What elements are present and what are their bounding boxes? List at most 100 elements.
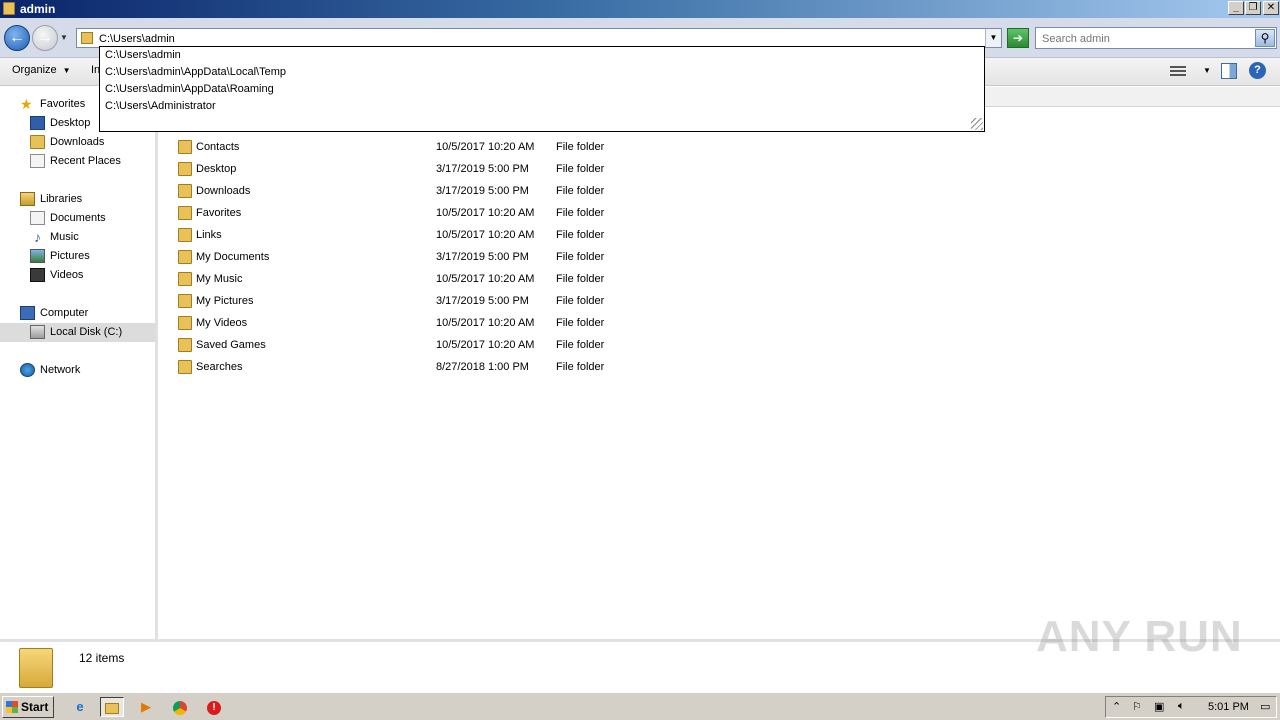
- file-date: 8/27/2018 1:00 PM: [436, 361, 529, 373]
- system-tray: ⌃ ⚐ ▣ 🔈︎ ▭: [1105, 696, 1277, 718]
- videos-folder-icon: [178, 316, 192, 330]
- security-app-icon[interactable]: !: [202, 697, 226, 717]
- computer-icon: [20, 306, 35, 320]
- nav-label: Computer: [40, 307, 89, 319]
- item-count: 12 items: [79, 651, 125, 665]
- file-row[interactable]: Contacts 10/5/2017 10:20 AM File folder: [178, 137, 618, 157]
- saved-games-folder-icon: [178, 338, 192, 352]
- address-dropdown-button[interactable]: ▼: [985, 29, 1001, 47]
- film-icon: [30, 268, 45, 282]
- file-type: File folder: [556, 229, 605, 241]
- show-desktop-icon[interactable]: ▭: [1260, 700, 1270, 713]
- search-icon[interactable]: ⚲: [1255, 29, 1275, 47]
- search-box[interactable]: ⚲: [1035, 27, 1277, 49]
- file-row[interactable]: Links 10/5/2017 10:20 AM File folder: [178, 225, 618, 245]
- change-view-icon[interactable]: [1170, 64, 1186, 78]
- organize-button[interactable]: Organize ▼: [12, 64, 71, 76]
- resize-grip-icon[interactable]: [971, 118, 983, 130]
- suggestion-item[interactable]: C:\Users\admin: [105, 47, 181, 64]
- internet-explorer-icon[interactable]: e: [68, 697, 92, 717]
- hard-disk-icon: [30, 325, 45, 339]
- file-type: File folder: [556, 251, 605, 263]
- file-date: 3/17/2019 5:00 PM: [436, 251, 529, 263]
- chrome-icon[interactable]: [168, 697, 192, 717]
- file-type: File folder: [556, 141, 605, 153]
- navigation-pane: ★ Favorites Desktop Downloads Recent Pla…: [0, 87, 158, 639]
- forward-button[interactable]: →: [32, 25, 58, 51]
- file-row[interactable]: My Documents 3/17/2019 5:00 PM File fold…: [178, 247, 618, 267]
- music-note-icon: ♪: [34, 229, 41, 245]
- file-name: Favorites: [196, 207, 242, 219]
- network-status-icon[interactable]: ▣: [1154, 700, 1164, 713]
- file-row[interactable]: My Music 10/5/2017 10:20 AM File folder: [178, 269, 618, 289]
- file-date: 3/17/2019 5:00 PM: [436, 185, 529, 197]
- file-date: 10/5/2017 10:20 AM: [436, 229, 535, 241]
- file-row[interactable]: Saved Games 10/5/2017 10:20 AM File fold…: [178, 335, 618, 355]
- suggestion-item[interactable]: C:\Users\Administrator: [105, 98, 216, 115]
- file-name: My Documents: [196, 251, 270, 263]
- address-bar[interactable]: ▼: [76, 28, 1002, 48]
- file-type: File folder: [556, 317, 605, 329]
- file-date: 10/5/2017 10:20 AM: [436, 273, 535, 285]
- suggestion-item[interactable]: C:\Users\admin\AppData\Roaming: [105, 81, 274, 98]
- volume-icon[interactable]: 🔈︎: [1178, 700, 1185, 713]
- file-row[interactable]: My Pictures 3/17/2019 5:00 PM File folde…: [178, 291, 618, 311]
- go-button[interactable]: ➔: [1007, 28, 1029, 48]
- file-row[interactable]: Searches 8/27/2018 1:00 PM File folder: [178, 357, 618, 377]
- suggestion-item[interactable]: C:\Users\admin\AppData\Local\Temp: [105, 64, 286, 81]
- watermark-logo: ANY RUN: [1036, 612, 1243, 661]
- nav-label: Desktop: [50, 117, 91, 129]
- nav-label: Libraries: [40, 193, 83, 205]
- file-date: 10/5/2017 10:20 AM: [436, 141, 535, 153]
- back-button[interactable]: ←: [4, 25, 30, 51]
- show-hidden-icons-icon[interactable]: ⌃: [1112, 700, 1121, 713]
- file-row[interactable]: Downloads 3/17/2019 5:00 PM File folder: [178, 181, 618, 201]
- file-name: Saved Games: [196, 339, 266, 351]
- pictures-folder-icon: [178, 294, 192, 308]
- search-input[interactable]: [1042, 31, 1252, 46]
- start-label: Start: [21, 700, 49, 714]
- view-options-dropdown[interactable]: ▼: [1197, 64, 1211, 76]
- file-type: File folder: [556, 163, 605, 175]
- file-row[interactable]: My Videos 10/5/2017 10:20 AM File folder: [178, 313, 618, 333]
- nav-label: Downloads: [50, 136, 105, 148]
- links-folder-icon: [178, 228, 192, 242]
- close-button[interactable]: ✕: [1263, 1, 1279, 15]
- nav-label: Local Disk (C:): [50, 326, 123, 338]
- searches-folder-icon: [178, 360, 192, 374]
- maximize-button[interactable]: ❐: [1245, 1, 1261, 15]
- desktop-icon: [30, 116, 45, 130]
- nav-label: Network: [40, 364, 81, 376]
- file-date: 3/17/2019 5:00 PM: [436, 295, 529, 307]
- preview-pane-icon[interactable]: [1221, 63, 1237, 79]
- media-player-icon[interactable]: ▶: [134, 697, 158, 717]
- star-icon: ★: [20, 96, 33, 112]
- nav-label: Pictures: [50, 250, 90, 262]
- file-name: My Pictures: [196, 295, 254, 307]
- recent-places-icon: [30, 154, 45, 168]
- file-type: File folder: [556, 273, 605, 285]
- history-dropdown-icon[interactable]: ▼: [60, 33, 68, 42]
- libraries-icon: [20, 192, 35, 206]
- nav-label: Documents: [50, 212, 106, 224]
- music-folder-icon: [178, 272, 192, 286]
- title-bar: admin _ ❐ ✕: [0, 0, 1280, 18]
- contacts-folder-icon: [178, 140, 192, 154]
- explorer-taskbar-button[interactable]: [100, 697, 124, 717]
- address-input[interactable]: [99, 31, 979, 46]
- documents-folder-icon: [178, 250, 192, 264]
- file-name: Contacts: [196, 141, 240, 153]
- file-name: My Videos: [196, 317, 248, 329]
- folder-icon: [81, 32, 93, 44]
- file-row[interactable]: Favorites 10/5/2017 10:20 AM File folder: [178, 203, 618, 223]
- pictures-icon: [30, 249, 45, 263]
- help-icon[interactable]: ?: [1249, 62, 1266, 79]
- file-row[interactable]: Desktop 3/17/2019 5:00 PM File folder: [178, 159, 618, 179]
- start-button[interactable]: Start: [2, 696, 54, 718]
- clock[interactable]: 5:01 PM: [1208, 701, 1249, 713]
- action-center-flag-icon[interactable]: ⚐: [1132, 700, 1142, 713]
- minimize-button[interactable]: _: [1228, 1, 1244, 15]
- file-name: Desktop: [196, 163, 237, 175]
- network-icon: [20, 363, 35, 377]
- file-type: File folder: [556, 361, 605, 373]
